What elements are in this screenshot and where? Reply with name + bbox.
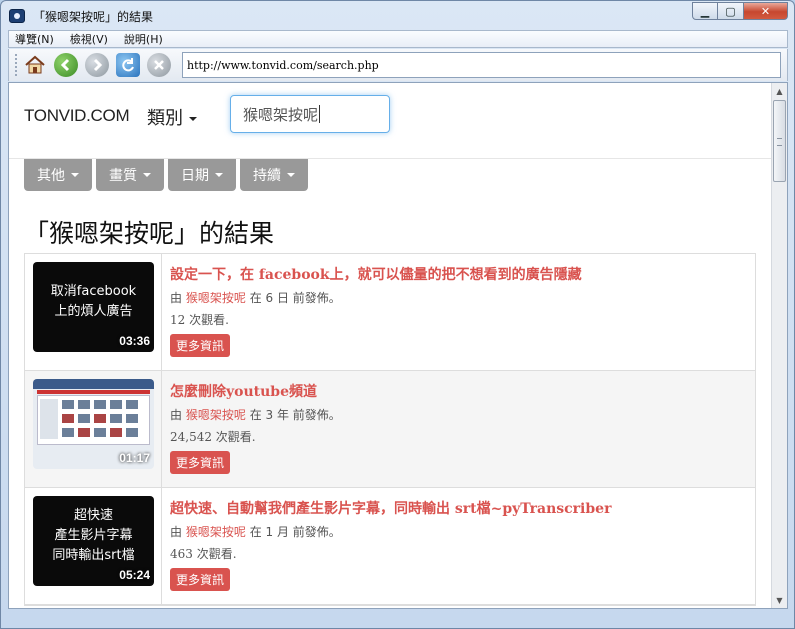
- search-input[interactable]: 猴嗯架按呢: [230, 95, 390, 133]
- more-info-button[interactable]: 更多資訊: [170, 451, 231, 474]
- menu-help[interactable]: 說明(H): [124, 31, 163, 47]
- video-thumbnail[interactable]: 01:17: [33, 379, 154, 469]
- thumbnail-red-bar: [37, 390, 150, 394]
- home-icon[interactable]: [23, 53, 47, 77]
- site-brand[interactable]: TONVID.COM: [24, 106, 130, 126]
- by-label: 由: [170, 525, 183, 539]
- caret-down-icon: [287, 173, 295, 177]
- close-button[interactable]: ✕: [744, 2, 788, 20]
- refresh-icon[interactable]: [116, 53, 140, 77]
- menu-navigate[interactable]: 導覽(N): [15, 31, 54, 47]
- video-thumbnail[interactable]: 超快速 產生影片字幕 同時輸出srt檔 05:24: [33, 496, 154, 586]
- category-dropdown[interactable]: 類別: [147, 104, 197, 130]
- filter-bar: 其他 畫質 日期 持續: [24, 159, 312, 191]
- video-title-link[interactable]: 怎麼刪除youtube頻道: [170, 381, 747, 401]
- thumbnail-screenshot: [37, 395, 150, 445]
- author-link[interactable]: 猴嗯架按呢: [186, 408, 246, 422]
- info-cell: 設定一下，在 facebook上，就可以儘量的把不想看到的廣告隱藏 由 猴嗯架按…: [162, 254, 755, 370]
- video-duration: 05:24: [119, 568, 150, 582]
- status-bar: [1, 611, 794, 628]
- filter-label: 持續: [253, 168, 281, 184]
- back-icon[interactable]: [54, 53, 78, 77]
- address-bar[interactable]: http://www.tonvid.com/search.php: [182, 52, 781, 78]
- info-cell: 怎麼刪除youtube頻道 由 猴嗯架按呢 在 3 年 前發佈。 24,542 …: [162, 371, 755, 487]
- video-duration: 03:36: [119, 334, 150, 348]
- thumb-cell: 取消facebook 上的煩人廣告 03:36: [25, 254, 162, 370]
- scrollbar-thumb[interactable]: [773, 100, 786, 182]
- posted-text: 在 1 月 前發佈。: [249, 525, 341, 539]
- app-icon: [9, 9, 25, 23]
- video-title-link[interactable]: 設定一下，在 facebook上，就可以儘量的把不想看到的廣告隱藏: [170, 264, 747, 284]
- list-item: 01:17 怎麼刪除youtube頻道 由 猴嗯架按呢 在 3 年 前發佈。 2…: [25, 371, 755, 488]
- results-list: 取消facebook 上的煩人廣告 03:36 設定一下，在 facebook上…: [24, 253, 756, 606]
- search-value: 猴嗯架按呢: [243, 105, 319, 124]
- thumb-cell: 01:17: [25, 371, 162, 487]
- filter-label: 其他: [37, 168, 65, 184]
- posted-text: 在 6 日 前發佈。: [249, 291, 341, 305]
- title-bar: 「猴嗯架按呢」的結果 ▁ ▢ ✕: [1, 1, 794, 31]
- video-title-link[interactable]: 超快速、自動幫我們產生影片字幕，同時輸出 srt檔~pyTranscriber: [170, 498, 747, 518]
- posted-text: 在 3 年 前發佈。: [249, 408, 341, 422]
- maximize-button[interactable]: ▢: [718, 2, 744, 20]
- filter-label: 畫質: [109, 168, 137, 184]
- list-item: 超快速 產生影片字幕 同時輸出srt檔 05:24 超快速、自動幫我們產生影片字…: [25, 488, 755, 605]
- view-count: 463 次觀看.: [170, 547, 237, 561]
- window-title: 「猴嗯架按呢」的結果: [33, 10, 154, 24]
- menu-bar: 導覽(N) 檢視(V) 說明(H): [8, 30, 788, 48]
- thumbnail-caption: 超快速 產生影片字幕 同時輸出srt檔: [52, 508, 135, 563]
- window-controls: ▁ ▢ ✕: [692, 2, 788, 20]
- video-meta: 由 猴嗯架按呢 在 6 日 前發佈。: [170, 289, 747, 306]
- browser-window: 「猴嗯架按呢」的結果 ▁ ▢ ✕ 導覽(N) 檢視(V) 說明(H) http:…: [0, 0, 795, 629]
- by-label: 由: [170, 408, 183, 422]
- caret-down-icon: [189, 117, 197, 121]
- thumb-cell: 超快速 產生影片字幕 同時輸出srt檔 05:24: [25, 488, 162, 604]
- video-meta: 由 猴嗯架按呢 在 3 年 前發佈。: [170, 406, 747, 423]
- video-duration: 01:17: [119, 451, 150, 465]
- caret-down-icon: [143, 173, 151, 177]
- results-title: 「猴嗯架按呢」的結果: [24, 219, 275, 248]
- web-page: TONVID.COM 類別 猴嗯架按呢 其他 畫質 日期 持續 「猴嗯架按呢」的…: [9, 83, 772, 608]
- vertical-scrollbar[interactable]: ▲ ▼: [771, 83, 787, 608]
- page-viewport: TONVID.COM 類別 猴嗯架按呢 其他 畫質 日期 持續 「猴嗯架按呢」的…: [8, 82, 788, 609]
- more-info-button[interactable]: 更多資訊: [170, 334, 231, 357]
- toolbar: http://www.tonvid.com/search.php: [8, 49, 788, 81]
- view-count: 12 次觀看.: [170, 313, 229, 327]
- forward-icon[interactable]: [85, 53, 109, 77]
- list-item: 取消facebook 上的煩人廣告 03:36 設定一下，在 facebook上…: [25, 254, 755, 371]
- thumbnail-caption: 取消facebook 上的煩人廣告: [50, 284, 137, 319]
- filter-label: 日期: [181, 168, 209, 184]
- toolbar-grip: [15, 54, 18, 76]
- text-cursor: [319, 105, 321, 123]
- view-count: 24,542 次觀看.: [170, 430, 256, 444]
- thumbnail-window-bar: [33, 379, 154, 389]
- by-label: 由: [170, 291, 183, 305]
- info-cell: 超快速、自動幫我們產生影片字幕，同時輸出 srt檔~pyTranscriber …: [162, 488, 755, 604]
- scroll-down-arrow-icon[interactable]: ▼: [772, 592, 787, 608]
- caret-down-icon: [71, 173, 79, 177]
- filter-quality-button[interactable]: 畫質: [96, 159, 164, 191]
- category-label: 類別: [147, 108, 183, 129]
- minimize-button[interactable]: ▁: [692, 2, 718, 20]
- filter-other-button[interactable]: 其他: [24, 159, 92, 191]
- video-meta: 由 猴嗯架按呢 在 1 月 前發佈。: [170, 523, 747, 540]
- filter-duration-button[interactable]: 持續: [240, 159, 308, 191]
- stop-icon[interactable]: [147, 53, 171, 77]
- filter-date-button[interactable]: 日期: [168, 159, 236, 191]
- video-thumbnail[interactable]: 取消facebook 上的煩人廣告 03:36: [33, 262, 154, 352]
- author-link[interactable]: 猴嗯架按呢: [186, 291, 246, 305]
- more-info-button[interactable]: 更多資訊: [170, 568, 231, 591]
- caret-down-icon: [215, 173, 223, 177]
- author-link[interactable]: 猴嗯架按呢: [186, 525, 246, 539]
- site-navbar: TONVID.COM 類別 猴嗯架按呢: [9, 83, 772, 159]
- menu-view[interactable]: 檢視(V): [70, 31, 108, 47]
- scroll-up-arrow-icon[interactable]: ▲: [772, 83, 787, 99]
